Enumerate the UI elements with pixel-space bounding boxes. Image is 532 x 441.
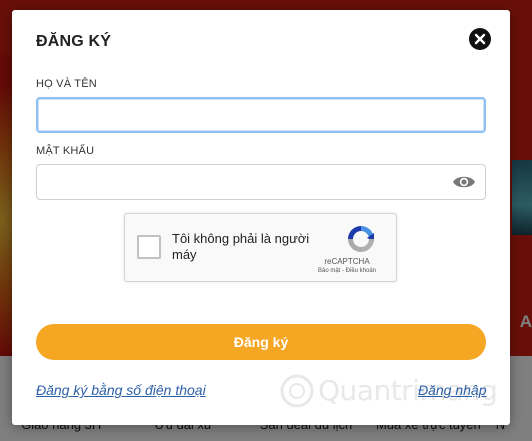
recaptcha-brand: reCAPTCHA bbox=[324, 257, 370, 266]
recaptcha-checkbox[interactable] bbox=[137, 235, 161, 259]
name-label: HỌ VÀ TÊN bbox=[36, 78, 97, 90]
phone-signup-link[interactable]: Đăng ký bằng số điện thoại bbox=[36, 382, 206, 398]
password-visibility-toggle[interactable] bbox=[452, 172, 476, 192]
recaptcha-label: Tôi không phải là người máy bbox=[172, 231, 310, 262]
password-label: MẬT KHẨU bbox=[36, 145, 95, 157]
close-button[interactable] bbox=[469, 28, 491, 50]
register-modal: ĐĂNG KÝ HỌ VÀ TÊN MẬT KHẨU Tôi không phả… bbox=[12, 10, 510, 425]
watermark-icon bbox=[280, 374, 314, 408]
recaptcha-privacy-terms-link[interactable]: Bảo mật - Điều khoản bbox=[308, 268, 386, 274]
recaptcha-widget: Tôi không phải là người máy reCAPTCHA Bả… bbox=[124, 213, 397, 282]
close-icon bbox=[474, 33, 486, 45]
recaptcha-logo-icon bbox=[348, 226, 374, 252]
modal-title: ĐĂNG KÝ bbox=[36, 33, 112, 50]
full-name-input[interactable] bbox=[36, 97, 486, 133]
login-link[interactable]: Đăng nhập bbox=[418, 382, 487, 398]
password-input[interactable] bbox=[36, 164, 486, 200]
register-button[interactable]: Đăng ký bbox=[36, 324, 486, 360]
eye-icon bbox=[453, 176, 475, 188]
